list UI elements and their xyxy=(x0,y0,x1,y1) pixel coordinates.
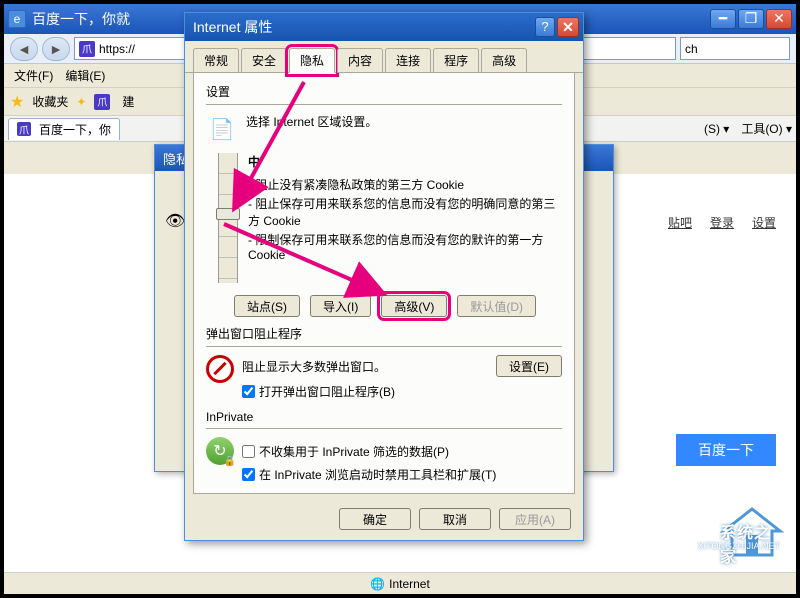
window-sysbuttons: ━ ❐ ✕ xyxy=(710,9,792,29)
dialog-titlebar: Internet 属性 ? ✕ xyxy=(185,13,583,41)
popup-enable-row[interactable]: 打开弹出窗口阻止程序(B) xyxy=(242,383,562,400)
settings-desc: 选择 Internet 区域设置。 xyxy=(246,113,377,130)
inprivate-chk2-label: 在 InPrivate 浏览启动时禁用工具栏和扩展(T) xyxy=(259,466,496,483)
search-bar[interactable]: ch xyxy=(680,37,790,60)
tab-privacy[interactable]: 隐私 xyxy=(289,48,335,73)
tab-label: 百度一下，你 xyxy=(39,121,111,138)
dialog-help-button[interactable]: ? xyxy=(535,17,555,37)
inprivate-chk1-row[interactable]: 不收集用于 InPrivate 筛选的数据(P) xyxy=(242,443,562,460)
minimize-button[interactable]: ━ xyxy=(710,9,736,29)
apply-button: 应用(A) xyxy=(499,508,571,530)
tab-programs[interactable]: 程序 xyxy=(433,48,479,73)
dialog-body: 设置 📄 选择 Internet 区域设置。 中 - 阻止没有紧凑隐私政策的第三… xyxy=(193,73,575,494)
bullet-2: - 阻止保存可用来联系您的信息而没有您的明确同意的第三方 Cookie xyxy=(248,195,562,229)
inprivate-icon: ↻ xyxy=(206,437,234,465)
tab-security[interactable]: 安全 xyxy=(241,48,287,73)
inprivate-disable-toolbar-checkbox[interactable] xyxy=(242,468,255,481)
site-favicon-icon: 爪 xyxy=(79,41,95,57)
cancel-button[interactable]: 取消 xyxy=(419,508,491,530)
baidu-search-row: 百度一下 xyxy=(676,434,776,466)
search-placeholder: ch xyxy=(685,42,698,56)
default-button: 默认值(D) xyxy=(457,295,536,317)
privacy-buttons-row: 站点(S) 导入(I) 高级(V) 默认值(D) xyxy=(234,295,562,317)
baidu-top-nav: 贴吧 登录 设置 xyxy=(668,214,776,231)
maximize-button[interactable]: ❐ xyxy=(738,9,764,29)
popup-enable-checkbox[interactable] xyxy=(242,385,255,398)
popup-settings-button[interactable]: 设置(E) xyxy=(496,355,562,377)
popup-enable-label: 打开弹出窗口阻止程序(B) xyxy=(259,383,395,400)
group-popup-label: 弹出窗口阻止程序 xyxy=(206,325,562,342)
group-inprivate-label: InPrivate xyxy=(206,410,562,424)
favorites-item[interactable]: 建 xyxy=(122,93,134,110)
import-button[interactable]: 导入(I) xyxy=(310,295,371,317)
watermark: 系统之家 XITONGZHIJIA.NET xyxy=(720,505,784,566)
slider-description: 中 - 阻止没有紧凑隐私政策的第三方 Cookie - 阻止保存可用来联系您的信… xyxy=(248,153,562,283)
inprivate-chk2-row[interactable]: 在 InPrivate 浏览启动时禁用工具栏和扩展(T) xyxy=(242,466,562,483)
browser-tab[interactable]: 爪 百度一下，你 xyxy=(8,118,120,140)
menu-edit[interactable]: 编辑(E) xyxy=(59,65,111,86)
block-icon xyxy=(206,355,234,383)
inprivate-nocollect-checkbox[interactable] xyxy=(242,445,255,458)
sites-button[interactable]: 站点(S) xyxy=(234,295,300,317)
tab-advanced[interactable]: 高级 xyxy=(481,48,527,73)
baidu-nav-login[interactable]: 登录 xyxy=(710,214,734,231)
ie-icon: e xyxy=(8,10,26,28)
fav-site-icon: 爪 xyxy=(94,94,110,110)
privacy-level: 中 xyxy=(248,153,562,170)
dialog-footer: 确定 取消 应用(A) xyxy=(185,502,583,540)
divider xyxy=(206,104,562,105)
slider-thumb[interactable] xyxy=(216,208,240,220)
divider xyxy=(206,428,562,429)
popup-desc: 阻止显示大多数弹出窗口。 xyxy=(242,358,386,375)
baidu-search-button[interactable]: 百度一下 xyxy=(676,434,776,466)
zone-icon: 📄 xyxy=(206,113,238,145)
tab-general[interactable]: 常规 xyxy=(193,48,239,73)
internet-options-dialog: Internet 属性 ? ✕ 常规 安全 隐私 内容 连接 程序 高级 设置 … xyxy=(184,12,584,541)
watermark-url: XITONGZHIJIA.NET xyxy=(698,541,780,551)
close-button[interactable]: ✕ xyxy=(766,9,792,29)
bullet-1: - 阻止没有紧凑隐私政策的第三方 Cookie xyxy=(248,176,562,193)
dialog-close-button[interactable]: ✕ xyxy=(557,17,579,37)
privacy-slider[interactable] xyxy=(218,153,238,283)
bullet-3: - 限制保存可用来联系您的信息而没有您的默许的第一方 Cookie xyxy=(248,231,562,262)
dialog-tabs: 常规 安全 隐私 内容 连接 程序 高级 xyxy=(185,41,583,73)
inprivate-chk1-label: 不收集用于 InPrivate 筛选的数据(P) xyxy=(259,443,449,460)
status-bar: 🌐 Internet xyxy=(4,572,796,594)
star-icon[interactable]: ★ xyxy=(10,92,24,112)
group-settings-label: 设置 xyxy=(206,83,562,100)
toolbar-links-s[interactable]: (S) ▾ xyxy=(704,122,729,136)
address-text: https:// xyxy=(99,42,135,56)
popup-row: 阻止显示大多数弹出窗口。 设置(E) 打开弹出窗口阻止程序(B) xyxy=(206,355,562,400)
fav-add-icon[interactable]: ✦ xyxy=(76,95,86,109)
tab-favicon-icon: 爪 xyxy=(17,122,31,136)
toolbar-tools[interactable]: 工具(O) ▾ xyxy=(741,120,792,137)
advanced-button[interactable]: 高级(V) xyxy=(381,295,447,317)
back-button[interactable]: ◄ xyxy=(10,37,38,61)
baidu-nav-tieba[interactable]: 贴吧 xyxy=(668,214,692,231)
tab-content[interactable]: 内容 xyxy=(337,48,383,73)
inprivate-row: ↻ 不收集用于 InPrivate 筛选的数据(P) 在 InPrivate 浏… xyxy=(206,437,562,483)
forward-button[interactable]: ► xyxy=(42,37,70,61)
dialog-title: Internet 属性 xyxy=(193,17,535,37)
privacy-slider-area: 中 - 阻止没有紧凑隐私政策的第三方 Cookie - 阻止保存可用来联系您的信… xyxy=(206,153,562,283)
globe-icon: 🌐 xyxy=(370,577,385,591)
tab-connections[interactable]: 连接 xyxy=(385,48,431,73)
status-zone: Internet xyxy=(389,577,430,591)
ok-button[interactable]: 确定 xyxy=(339,508,411,530)
menu-file[interactable]: 文件(F) xyxy=(8,65,59,86)
settings-desc-row: 📄 选择 Internet 区域设置。 xyxy=(206,113,562,145)
favorites-label[interactable]: 收藏夹 xyxy=(32,93,68,110)
eye-icon: 👁 xyxy=(165,211,185,231)
baidu-nav-settings[interactable]: 设置 xyxy=(752,214,776,231)
divider xyxy=(206,346,562,347)
